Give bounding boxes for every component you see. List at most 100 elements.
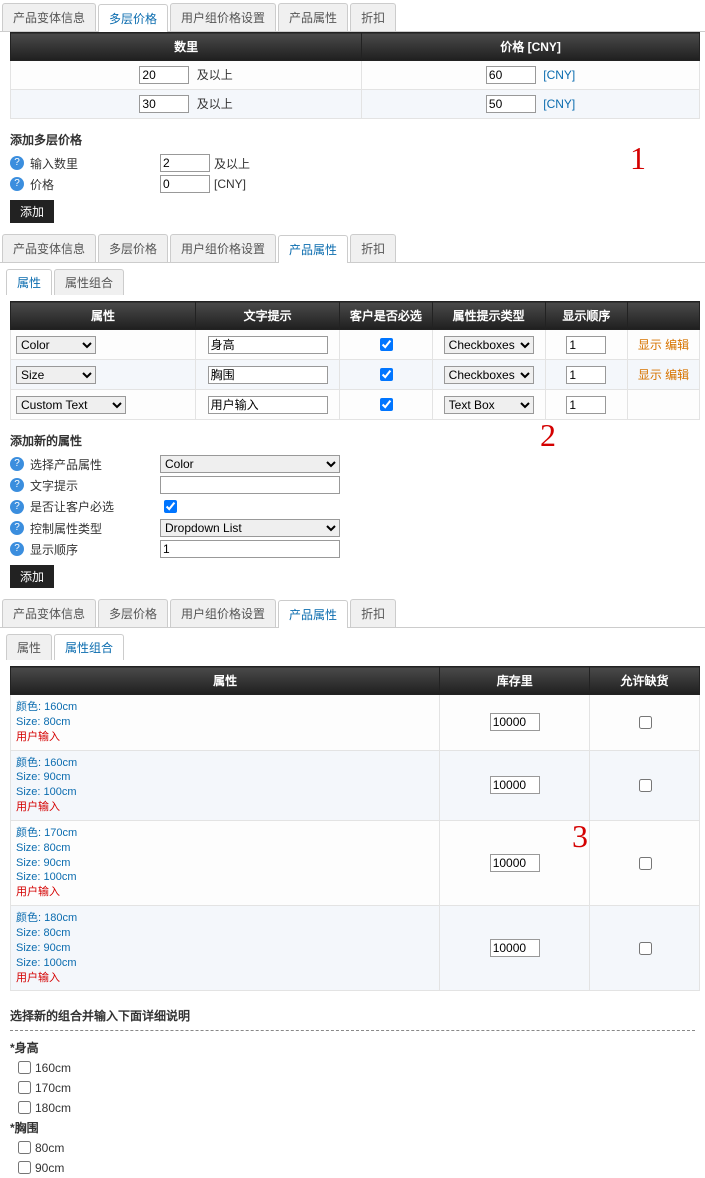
opt-checkbox[interactable]: [18, 1081, 31, 1094]
tabbar-3: 产品变体信息 多层价格 用户组价格设置 产品属性 折扣: [0, 596, 705, 628]
tab-variant-info[interactable]: 产品变体信息: [2, 599, 96, 627]
th-type: 属性提示类型: [432, 302, 545, 330]
th-stock: 库存里: [440, 667, 590, 695]
help-icon[interactable]: ?: [10, 521, 24, 535]
backorder-checkbox[interactable]: [639, 857, 652, 870]
subtab-attr[interactable]: 属性: [6, 269, 52, 295]
opt-checkbox[interactable]: [18, 1061, 31, 1074]
tab-group-price[interactable]: 用户组价格设置: [170, 234, 276, 262]
opt-row: 170cm: [14, 1078, 695, 1097]
stock-input[interactable]: [490, 939, 540, 957]
tab-tier-price[interactable]: 多层价格: [98, 599, 168, 627]
help-icon[interactable]: ?: [10, 542, 24, 556]
attr-select[interactable]: Color: [160, 455, 340, 473]
opt-checkbox[interactable]: [18, 1161, 31, 1174]
backorder-checkbox[interactable]: [639, 942, 652, 955]
tab-discount[interactable]: 折扣: [350, 599, 396, 627]
req-checkbox[interactable]: [164, 500, 177, 513]
tab-group-price[interactable]: 用户组价格设置: [170, 3, 276, 31]
subtabbar-2: 属性 属性组合: [6, 269, 705, 295]
order-input[interactable]: [566, 336, 606, 354]
hint-input[interactable]: [208, 336, 328, 354]
combo-line: 颜色: 160cm: [16, 700, 434, 715]
th-order: 显示顺序: [545, 302, 627, 330]
add-button[interactable]: 添加: [10, 200, 54, 223]
add-qty-input[interactable]: [160, 154, 210, 172]
type-select[interactable]: Dropdown List: [160, 519, 340, 537]
price-input[interactable]: [486, 66, 536, 84]
help-icon[interactable]: ?: [10, 457, 24, 471]
th-attr: 属性: [11, 302, 196, 330]
combo-line: 用户输入: [16, 730, 434, 745]
backorder-checkbox[interactable]: [639, 779, 652, 792]
stock-input[interactable]: [490, 776, 540, 794]
subtab-attr[interactable]: 属性: [6, 634, 52, 660]
req-checkbox[interactable]: [380, 398, 393, 411]
th-price: 价格 [CNY]: [362, 33, 700, 61]
stock-input[interactable]: [490, 854, 540, 872]
attr-select[interactable]: Custom Text: [16, 396, 126, 414]
help-icon[interactable]: ?: [10, 500, 24, 514]
stock-input[interactable]: [490, 713, 540, 731]
help-icon[interactable]: ?: [10, 177, 24, 191]
tab-group-price[interactable]: 用户组价格设置: [170, 599, 276, 627]
tab-discount[interactable]: 折扣: [350, 234, 396, 262]
group2-title: 胸围: [15, 1121, 39, 1135]
combo-line: 用户输入: [16, 800, 434, 815]
combo-prompt: 选择新的组合并输入下面详细说明: [10, 1007, 705, 1024]
tab-variant-info[interactable]: 产品变体信息: [2, 3, 96, 31]
qty-suffix: 及以上: [197, 97, 233, 111]
order-input[interactable]: [160, 540, 340, 558]
combo-line: Size: 100cm: [16, 785, 434, 800]
show-edit-link[interactable]: 显示 编辑: [638, 338, 689, 352]
th-hint: 文字提示: [196, 302, 340, 330]
type-select[interactable]: Text Box: [444, 396, 534, 414]
qty-input[interactable]: [139, 95, 189, 113]
section-attr-combos: 3 产品变体信息 多层价格 用户组价格设置 产品属性 折扣 属性 属性组合 属性…: [0, 596, 705, 1177]
order-input[interactable]: [566, 396, 606, 414]
group1-title: 身高: [15, 1041, 39, 1055]
tab-product-attr[interactable]: 产品属性: [278, 600, 348, 628]
add-price-suffix: [CNY]: [214, 177, 246, 191]
type-select[interactable]: Checkboxes: [444, 366, 534, 384]
type-select[interactable]: Checkboxes: [444, 336, 534, 354]
tab-tier-price[interactable]: 多层价格: [98, 234, 168, 262]
req-checkbox[interactable]: [380, 368, 393, 381]
tab-product-attr[interactable]: 产品属性: [278, 235, 348, 263]
combo-line: 颜色: 170cm: [16, 826, 434, 841]
table-row: Custom Text Text Box: [11, 390, 700, 420]
help-icon[interactable]: ?: [10, 156, 24, 170]
subtab-attr-combo[interactable]: 属性组合: [54, 634, 124, 660]
show-edit-link[interactable]: 显示 编辑: [638, 368, 689, 382]
tab-discount[interactable]: 折扣: [350, 3, 396, 31]
add-price-input[interactable]: [160, 175, 210, 193]
combo-line: 用户输入: [16, 971, 434, 986]
add-qty-suffix: 及以上: [214, 155, 250, 172]
hint-input[interactable]: [160, 476, 340, 494]
qty-suffix: 及以上: [197, 68, 233, 82]
req-checkbox[interactable]: [380, 338, 393, 351]
tab-product-attr[interactable]: 产品属性: [278, 3, 348, 31]
hint-input[interactable]: [208, 396, 328, 414]
label-hint: 文字提示: [30, 477, 160, 494]
currency-label: [CNY]: [543, 68, 575, 82]
opt-row: 80cm: [14, 1138, 695, 1157]
backorder-checkbox[interactable]: [639, 716, 652, 729]
hint-input[interactable]: [208, 366, 328, 384]
form-row-qty: ? 输入数里 及以上: [10, 154, 705, 172]
table-row: 颜色: 160cm Size: 80cm 用户输入: [11, 695, 700, 751]
tab-variant-info[interactable]: 产品变体信息: [2, 234, 96, 262]
add-button[interactable]: 添加: [10, 565, 54, 588]
subtabbar-3: 属性 属性组合: [6, 634, 705, 660]
form-row-attr: ? 选择产品属性 Color: [10, 455, 705, 473]
opt-checkbox[interactable]: [18, 1141, 31, 1154]
attr-select[interactable]: Size: [16, 366, 96, 384]
tab-tier-price[interactable]: 多层价格: [98, 4, 168, 32]
help-icon[interactable]: ?: [10, 478, 24, 492]
qty-input[interactable]: [139, 66, 189, 84]
price-input[interactable]: [486, 95, 536, 113]
subtab-attr-combo[interactable]: 属性组合: [54, 269, 124, 295]
opt-checkbox[interactable]: [18, 1101, 31, 1114]
attr-select[interactable]: Color: [16, 336, 96, 354]
order-input[interactable]: [566, 366, 606, 384]
